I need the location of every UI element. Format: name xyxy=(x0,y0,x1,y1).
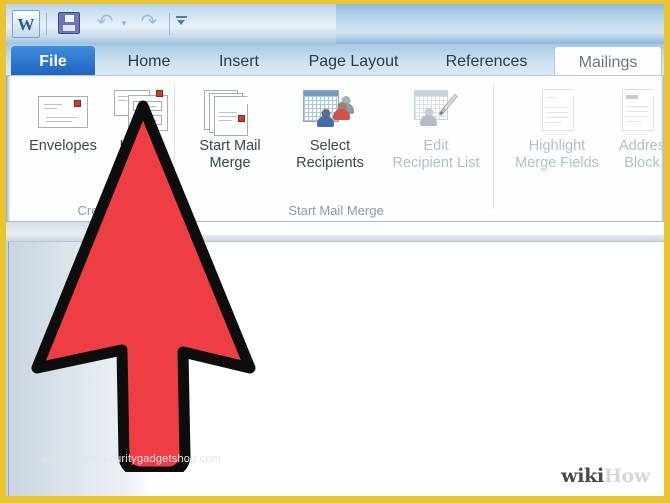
word-window: W ↶ ▾ ↷ File Home Insert Page Layout Ref… xyxy=(6,4,664,496)
start-mail-merge-label: Start Mail Merge xyxy=(199,138,261,171)
undo-dropdown-button[interactable]: ▾ xyxy=(118,18,130,30)
save-icon xyxy=(58,12,80,34)
address-block-button: Addres Block xyxy=(612,84,664,172)
tab-page-layout[interactable]: Page Layout xyxy=(286,46,421,77)
text-insertion-cursor xyxy=(208,307,215,323)
gutter-edge-line xyxy=(8,222,9,496)
select-recipients-button[interactable]: Select Recipients xyxy=(278,84,382,172)
edit-recipient-list-icon xyxy=(406,84,466,134)
redo-icon: ↷ xyxy=(140,9,158,33)
labels-label: Labels xyxy=(119,138,163,154)
tab-home[interactable]: Home xyxy=(106,46,192,77)
redo-button[interactable]: ↷ xyxy=(138,10,160,36)
start-mail-merge-button[interactable]: Start Mail Merge xyxy=(184,84,276,172)
labels-button[interactable]: Labels xyxy=(108,84,174,155)
highlight-merge-fields-icon xyxy=(529,84,585,134)
tab-file[interactable]: File xyxy=(11,46,95,77)
group-label-start-mail-merge: Start Mail Merge xyxy=(288,203,384,218)
ruler-shadow-band xyxy=(152,235,664,242)
ribbon-left-edge xyxy=(6,76,10,221)
save-button[interactable] xyxy=(56,10,83,38)
wikihow-logo: wikiHow xyxy=(561,465,650,487)
ribbon-mailings: Envelopes Labels Create Start Mail Merge… xyxy=(6,75,664,222)
wikihow-logo-how: How xyxy=(603,465,650,487)
group-separator-1 xyxy=(174,84,175,209)
undo-icon: ↶ xyxy=(96,9,114,33)
envelopes-icon xyxy=(34,84,92,134)
address-block-icon xyxy=(614,84,664,134)
customize-qat-icon xyxy=(176,16,187,18)
tab-insert[interactable]: Insert xyxy=(196,46,282,77)
address-block-label: Addres Block xyxy=(619,138,664,171)
envelopes-button[interactable]: Envelopes xyxy=(20,84,106,155)
undo-button[interactable]: ↶ xyxy=(94,10,116,36)
qat-separator-2 xyxy=(169,13,170,35)
start-mail-merge-icon xyxy=(200,84,260,136)
highlight-merge-fields-button: Highlight Merge Fields xyxy=(502,84,612,172)
watermark-url: www.homesecuritygadgetshop.com xyxy=(42,453,222,465)
yellow-photo-frame: W ↶ ▾ ↷ File Home Insert Page Layout Ref… xyxy=(0,0,670,503)
ribbon-tab-strip: File Home Insert Page Layout References … xyxy=(6,44,664,77)
qat-separator-1 xyxy=(46,13,47,35)
highlight-merge-fields-label: Highlight Merge Fields xyxy=(515,138,599,171)
word-logo-button[interactable]: W xyxy=(12,10,40,38)
labels-icon xyxy=(111,84,171,134)
group-separator-2 xyxy=(493,84,494,209)
select-recipients-label: Select Recipients xyxy=(296,138,364,171)
edit-recipient-list-label: Edit Recipient List xyxy=(392,138,480,171)
customize-qat-button[interactable] xyxy=(174,14,190,32)
title-bar: W ↶ ▾ ↷ xyxy=(6,4,664,44)
wikihow-logo-wiki: wiki xyxy=(561,465,604,487)
group-label-create: Create xyxy=(77,203,117,218)
word-logo-letter: W xyxy=(17,14,35,34)
tab-mailings[interactable]: Mailings xyxy=(554,46,662,77)
envelopes-label: Envelopes xyxy=(29,138,97,154)
select-recipients-icon xyxy=(297,84,363,134)
tab-references[interactable]: References xyxy=(424,46,549,77)
document-page[interactable] xyxy=(152,242,664,496)
edit-recipient-list-button: Edit Recipient List xyxy=(384,84,488,172)
chevron-down-icon: ▾ xyxy=(121,19,127,29)
